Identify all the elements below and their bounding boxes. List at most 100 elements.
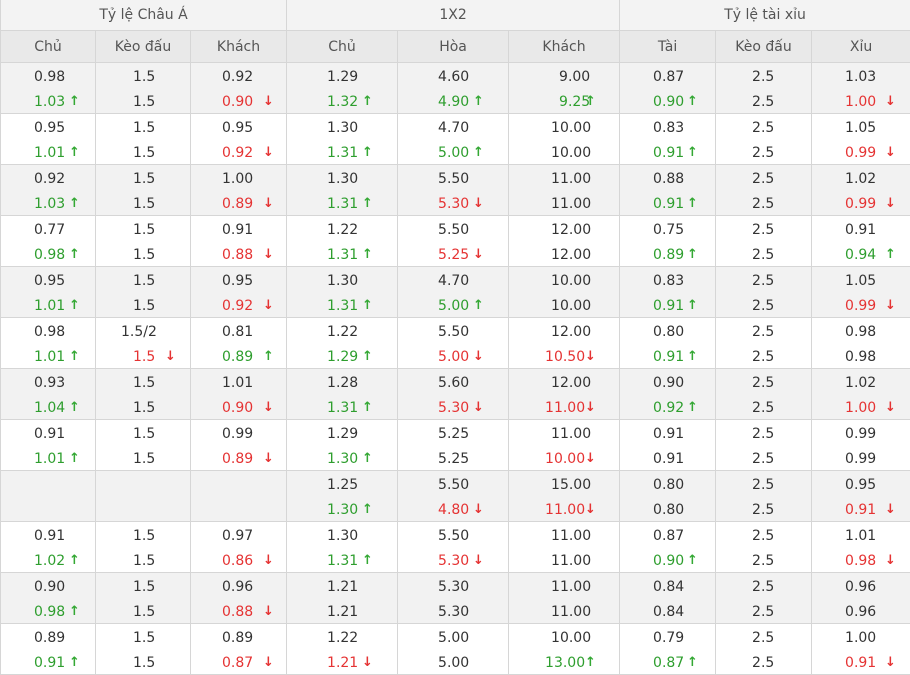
odds-cell-ou-under: 1.000.91↓ [812, 624, 910, 675]
odds-cell-1x2-home: 1.211.21 [287, 573, 398, 624]
current-odds: 0.88 [222, 604, 253, 620]
opening-odds: 5.60 [438, 375, 469, 391]
current-odds: 5.00 [438, 349, 469, 365]
current-odds: 0.99 [845, 196, 876, 212]
odds-cell-asian-home: 0.951.01↑ [1, 267, 96, 318]
current-odds: 1.5 [133, 451, 155, 467]
opening-odds: 0.87 [653, 69, 684, 85]
current-odds: 0.90 [222, 94, 253, 110]
group-header-over-under: Tỷ lệ tài xỉu [620, 0, 910, 31]
odds-cell-ou-under: 1.050.99↓ [812, 114, 910, 165]
opening-odds: 1.22 [327, 630, 358, 646]
arrow-down-icon: ↓ [885, 502, 896, 518]
arrow-down-icon: ↓ [885, 94, 896, 110]
odds-cell-ou-over: 0.870.90↑ [620, 522, 716, 573]
odds-cell-ou-over: 0.800.80 [620, 471, 716, 522]
opening-odds: 1.02 [845, 171, 876, 187]
arrow-up-icon: ↑ [69, 604, 80, 620]
current-odds: 1.5 [133, 553, 155, 569]
odds-cell-1x2-draw: 4.604.90↑ [398, 63, 509, 114]
opening-odds: 1.02 [845, 375, 876, 391]
opening-odds: 10.00 [551, 120, 591, 136]
arrow-down-icon: ↓ [885, 298, 896, 314]
current-odds: 1.5 [133, 349, 155, 365]
current-odds: 0.98 [845, 553, 876, 569]
odds-cell-1x2-draw: 5.504.80↓ [398, 471, 509, 522]
opening-odds: 11.00 [551, 426, 591, 442]
opening-odds: 1.5 [133, 630, 155, 646]
current-odds: 5.00 [438, 655, 469, 671]
group-header-1x2: 1X2 [287, 0, 620, 31]
odds-row: 0.981.01↑1.5/21.5↓0.810.89↑1.221.29↑5.50… [1, 318, 910, 369]
odds-cell-asian-away: 0.950.92↓ [191, 114, 287, 165]
opening-odds: 0.98 [845, 324, 876, 340]
arrow-up-icon: ↑ [362, 400, 373, 416]
opening-odds: 11.00 [551, 528, 591, 544]
odds-cell-asian-away: 0.960.88↓ [191, 573, 287, 624]
current-odds: 1.03 [34, 94, 65, 110]
opening-odds: 1.30 [327, 171, 358, 187]
odds-cell-asian-away: 1.010.90↓ [191, 369, 287, 420]
odds-cell-asian-handicap: 1.51.5 [96, 624, 191, 675]
current-odds: 5.30 [438, 553, 469, 569]
current-odds: 1.31 [327, 247, 358, 263]
opening-odds: 1.01 [845, 528, 876, 544]
opening-odds: 1.22 [327, 222, 358, 238]
opening-odds: 1.5 [133, 222, 155, 238]
arrow-down-icon: ↓ [585, 349, 596, 365]
odds-cell-asian-handicap [96, 471, 191, 522]
arrow-up-icon: ↑ [585, 94, 596, 110]
current-odds: 10.00 [551, 145, 591, 161]
opening-odds: 9.00 [559, 69, 590, 85]
arrow-down-icon: ↓ [165, 349, 176, 365]
current-odds: 0.91 [653, 298, 684, 314]
opening-odds: 0.95 [34, 273, 65, 289]
opening-odds: 1.30 [327, 528, 358, 544]
current-odds: 0.84 [653, 604, 684, 620]
opening-odds: 0.96 [222, 579, 253, 595]
current-odds: 2.5 [752, 451, 774, 467]
opening-odds: 2.5 [752, 477, 774, 493]
current-odds: 1.5 [133, 94, 155, 110]
opening-odds: 0.92 [34, 171, 65, 187]
opening-odds: 1.5 [133, 120, 155, 136]
current-odds: 1.00 [845, 94, 876, 110]
opening-odds: 12.00 [551, 375, 591, 391]
col-header-away-win: Khách [509, 31, 620, 63]
opening-odds: 5.50 [438, 477, 469, 493]
odds-row: 0.951.01↑1.51.50.950.92↓1.301.31↑4.705.0… [1, 114, 910, 165]
arrow-down-icon: ↓ [885, 145, 896, 161]
odds-cell-ou-line: 2.52.5 [716, 624, 812, 675]
current-odds: 11.00 [551, 553, 591, 569]
odds-cell-asian-away [191, 471, 287, 522]
opening-odds: 0.92 [222, 69, 253, 85]
odds-cell-ou-under: 0.98 0.98 [812, 318, 910, 369]
arrow-down-icon: ↓ [473, 502, 484, 518]
current-odds: 0.99 [845, 145, 876, 161]
current-odds: 10.50 [545, 349, 585, 365]
odds-cell-asian-handicap: 1.5/21.5↓ [96, 318, 191, 369]
odds-cell-1x2-home: 1.301.31↑ [287, 267, 398, 318]
arrow-down-icon: ↓ [362, 655, 373, 671]
current-odds: 1.21 [327, 604, 358, 620]
opening-odds: 0.90 [653, 375, 684, 391]
odds-cell-ou-line: 2.52.5 [716, 267, 812, 318]
opening-odds: 1.5 [133, 579, 155, 595]
opening-odds: 11.00 [551, 171, 591, 187]
current-odds: 0.89 [222, 349, 253, 365]
opening-odds: 4.70 [438, 120, 469, 136]
arrow-down-icon: ↓ [263, 94, 274, 110]
current-odds: 0.89 [222, 451, 253, 467]
odds-cell-asian-handicap: 1.51.5 [96, 114, 191, 165]
current-odds: 0.98 [845, 349, 876, 365]
opening-odds: 12.00 [551, 324, 591, 340]
arrow-up-icon: ↑ [687, 400, 698, 416]
opening-odds: 10.00 [551, 630, 591, 646]
odds-cell-ou-over: 0.830.91↑ [620, 267, 716, 318]
odds-cell-ou-line: 2.52.5 [716, 165, 812, 216]
opening-odds: 4.60 [438, 69, 469, 85]
current-odds: 10.00 [551, 298, 591, 314]
opening-odds: 0.89 [222, 630, 253, 646]
current-odds: 0.91 [845, 655, 876, 671]
opening-odds: 0.89 [34, 630, 65, 646]
